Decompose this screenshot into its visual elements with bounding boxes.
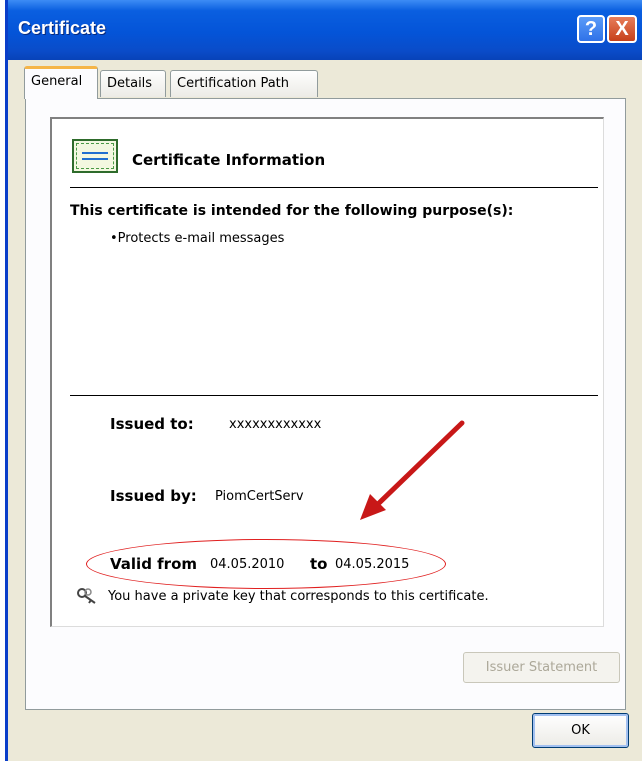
tab-details[interactable]: Details (100, 70, 166, 97)
issued-by-value: PiomCertServ (215, 489, 304, 504)
tab-certification-path[interactable]: Certification Path (170, 70, 318, 97)
issued-by-label: Issued by: (110, 487, 197, 505)
validity-highlight-oval (86, 539, 446, 589)
purpose-item: •Protects e-mail messages (110, 231, 285, 246)
tab-general[interactable]: General (24, 66, 98, 99)
issued-to-value: xxxxxxxxxxxx (229, 417, 322, 432)
close-icon[interactable]: X (607, 15, 637, 43)
help-icon[interactable]: ? (577, 15, 605, 43)
window-left-edge (0, 0, 8, 761)
purpose-heading: This certificate is intended for the fol… (70, 203, 514, 219)
window-title: Certificate (18, 18, 107, 38)
private-key-note: You have a private key that corresponds … (108, 589, 489, 604)
general-tab-panel: Certificate Information This certificate… (25, 98, 626, 710)
title-bar[interactable]: Certificate ? X (8, 0, 642, 60)
issuer-statement-button[interactable]: Issuer Statement (463, 652, 620, 683)
ok-button[interactable]: OK (532, 713, 629, 748)
key-icon (77, 588, 96, 604)
issued-to-label: Issued to: (110, 415, 194, 433)
certificate-info-box: Certificate Information This certificate… (50, 117, 604, 627)
certificate-icon (72, 139, 118, 173)
divider-middle (70, 395, 598, 396)
certificate-dialog: Certificate ? X General Details Certific… (8, 0, 642, 761)
certificate-info-heading: Certificate Information (132, 151, 326, 169)
divider-top (70, 187, 598, 188)
